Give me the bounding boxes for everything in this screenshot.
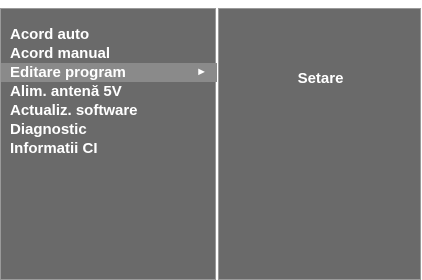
main-menu-panel: Acord auto Acord manual Editare program … [0,8,217,280]
menu-item-label: Informatii CI [10,140,98,157]
menu-item-label: Editare program [10,64,126,81]
menu-item-label: Diagnostic [10,121,87,138]
menu-item-diagnostic[interactable]: Diagnostic [1,120,217,139]
main-menu-list: Acord auto Acord manual Editare program … [1,25,217,158]
tv-osd-menu: Acord auto Acord manual Editare program … [0,8,422,280]
menu-item-editare-program[interactable]: Editare program ► [1,63,217,82]
menu-item-acord-manual[interactable]: Acord manual [1,44,217,63]
submenu-panel: Setare [218,8,421,280]
menu-item-label: Acord auto [10,26,90,43]
menu-item-informatii-ci[interactable]: Informatii CI [1,139,217,158]
menu-item-alim-antena[interactable]: Alim. antenă 5V [1,82,217,101]
submenu-option-setare[interactable]: Setare [219,70,422,87]
menu-item-actualiz-software[interactable]: Actualiz. software [1,101,217,120]
menu-item-label: Acord manual [10,45,111,62]
menu-item-label: Actualiz. software [10,102,138,119]
submenu-arrow-icon: ► [196,66,207,78]
menu-item-acord-auto[interactable]: Acord auto [1,25,217,44]
menu-item-label: Alim. antenă 5V [10,83,122,100]
